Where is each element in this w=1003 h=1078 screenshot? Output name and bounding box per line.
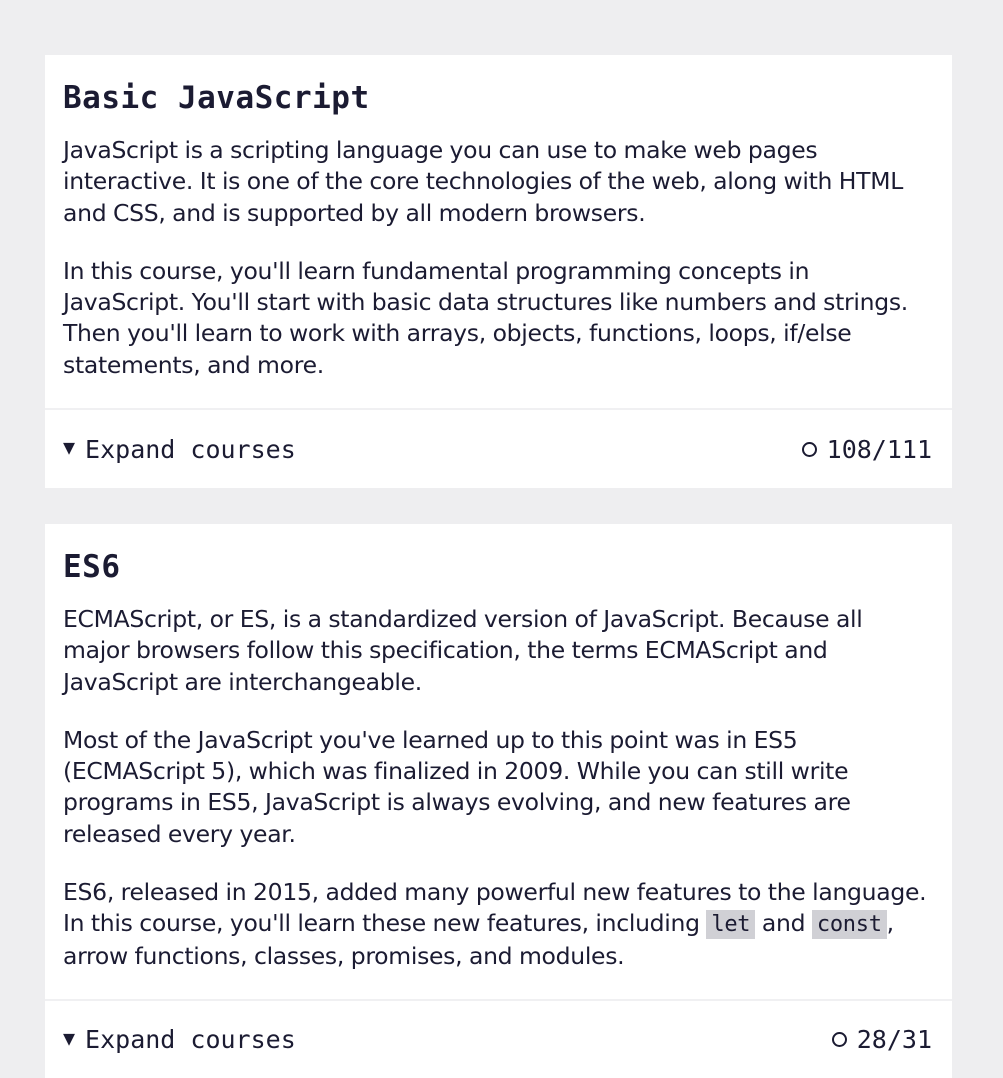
triangle-down-icon: ▼ bbox=[63, 435, 76, 460]
course-title: Basic JavaScript bbox=[63, 80, 370, 116]
course-card-es6: ES6 ECMAScript, or ES, is a standardized… bbox=[45, 524, 952, 1078]
progress-counter: 108/111 bbox=[801, 434, 932, 464]
expand-courses-button[interactable]: ▼ Expand courses bbox=[63, 435, 296, 464]
course-description: In this course, you'll learn fundamental… bbox=[63, 256, 908, 379]
circle-outline-icon bbox=[801, 441, 817, 457]
course-description: ES6, released in 2015, added many powerf… bbox=[63, 877, 934, 972]
course-card-body: ES6 ECMAScript, or ES, is a standardized… bbox=[45, 524, 952, 972]
course-description: ECMAScript, or ES, is a standardized ver… bbox=[63, 605, 863, 696]
course-card-basic-javascript: Basic JavaScript JavaScript is a scripti… bbox=[45, 55, 952, 489]
inline-code-let: let bbox=[706, 910, 756, 940]
expand-courses-label: Expand courses bbox=[85, 1025, 296, 1055]
course-title: ES6 bbox=[63, 549, 121, 585]
course-description: Most of the JavaScript you've learned up… bbox=[63, 725, 851, 848]
triangle-down-icon: ▼ bbox=[63, 1025, 76, 1050]
circle-outline-icon bbox=[831, 1032, 847, 1048]
inline-code-const: const bbox=[811, 910, 887, 940]
course-card-body: Basic JavaScript JavaScript is a scripti… bbox=[45, 55, 952, 381]
course-description: JavaScript is a scripting language you c… bbox=[63, 136, 903, 227]
progress-text: 28/31 bbox=[856, 1025, 932, 1055]
expand-courses-label: Expand courses bbox=[85, 434, 296, 464]
expand-courses-button[interactable]: ▼ Expand courses bbox=[63, 1025, 296, 1054]
progress-text: 108/111 bbox=[826, 434, 932, 464]
text-segment: and bbox=[755, 909, 812, 938]
course-card-footer: ▼ Expand courses 28/31 bbox=[45, 998, 952, 1078]
progress-counter: 28/31 bbox=[831, 1025, 932, 1055]
course-card-footer: ▼ Expand courses 108/111 bbox=[45, 408, 952, 488]
